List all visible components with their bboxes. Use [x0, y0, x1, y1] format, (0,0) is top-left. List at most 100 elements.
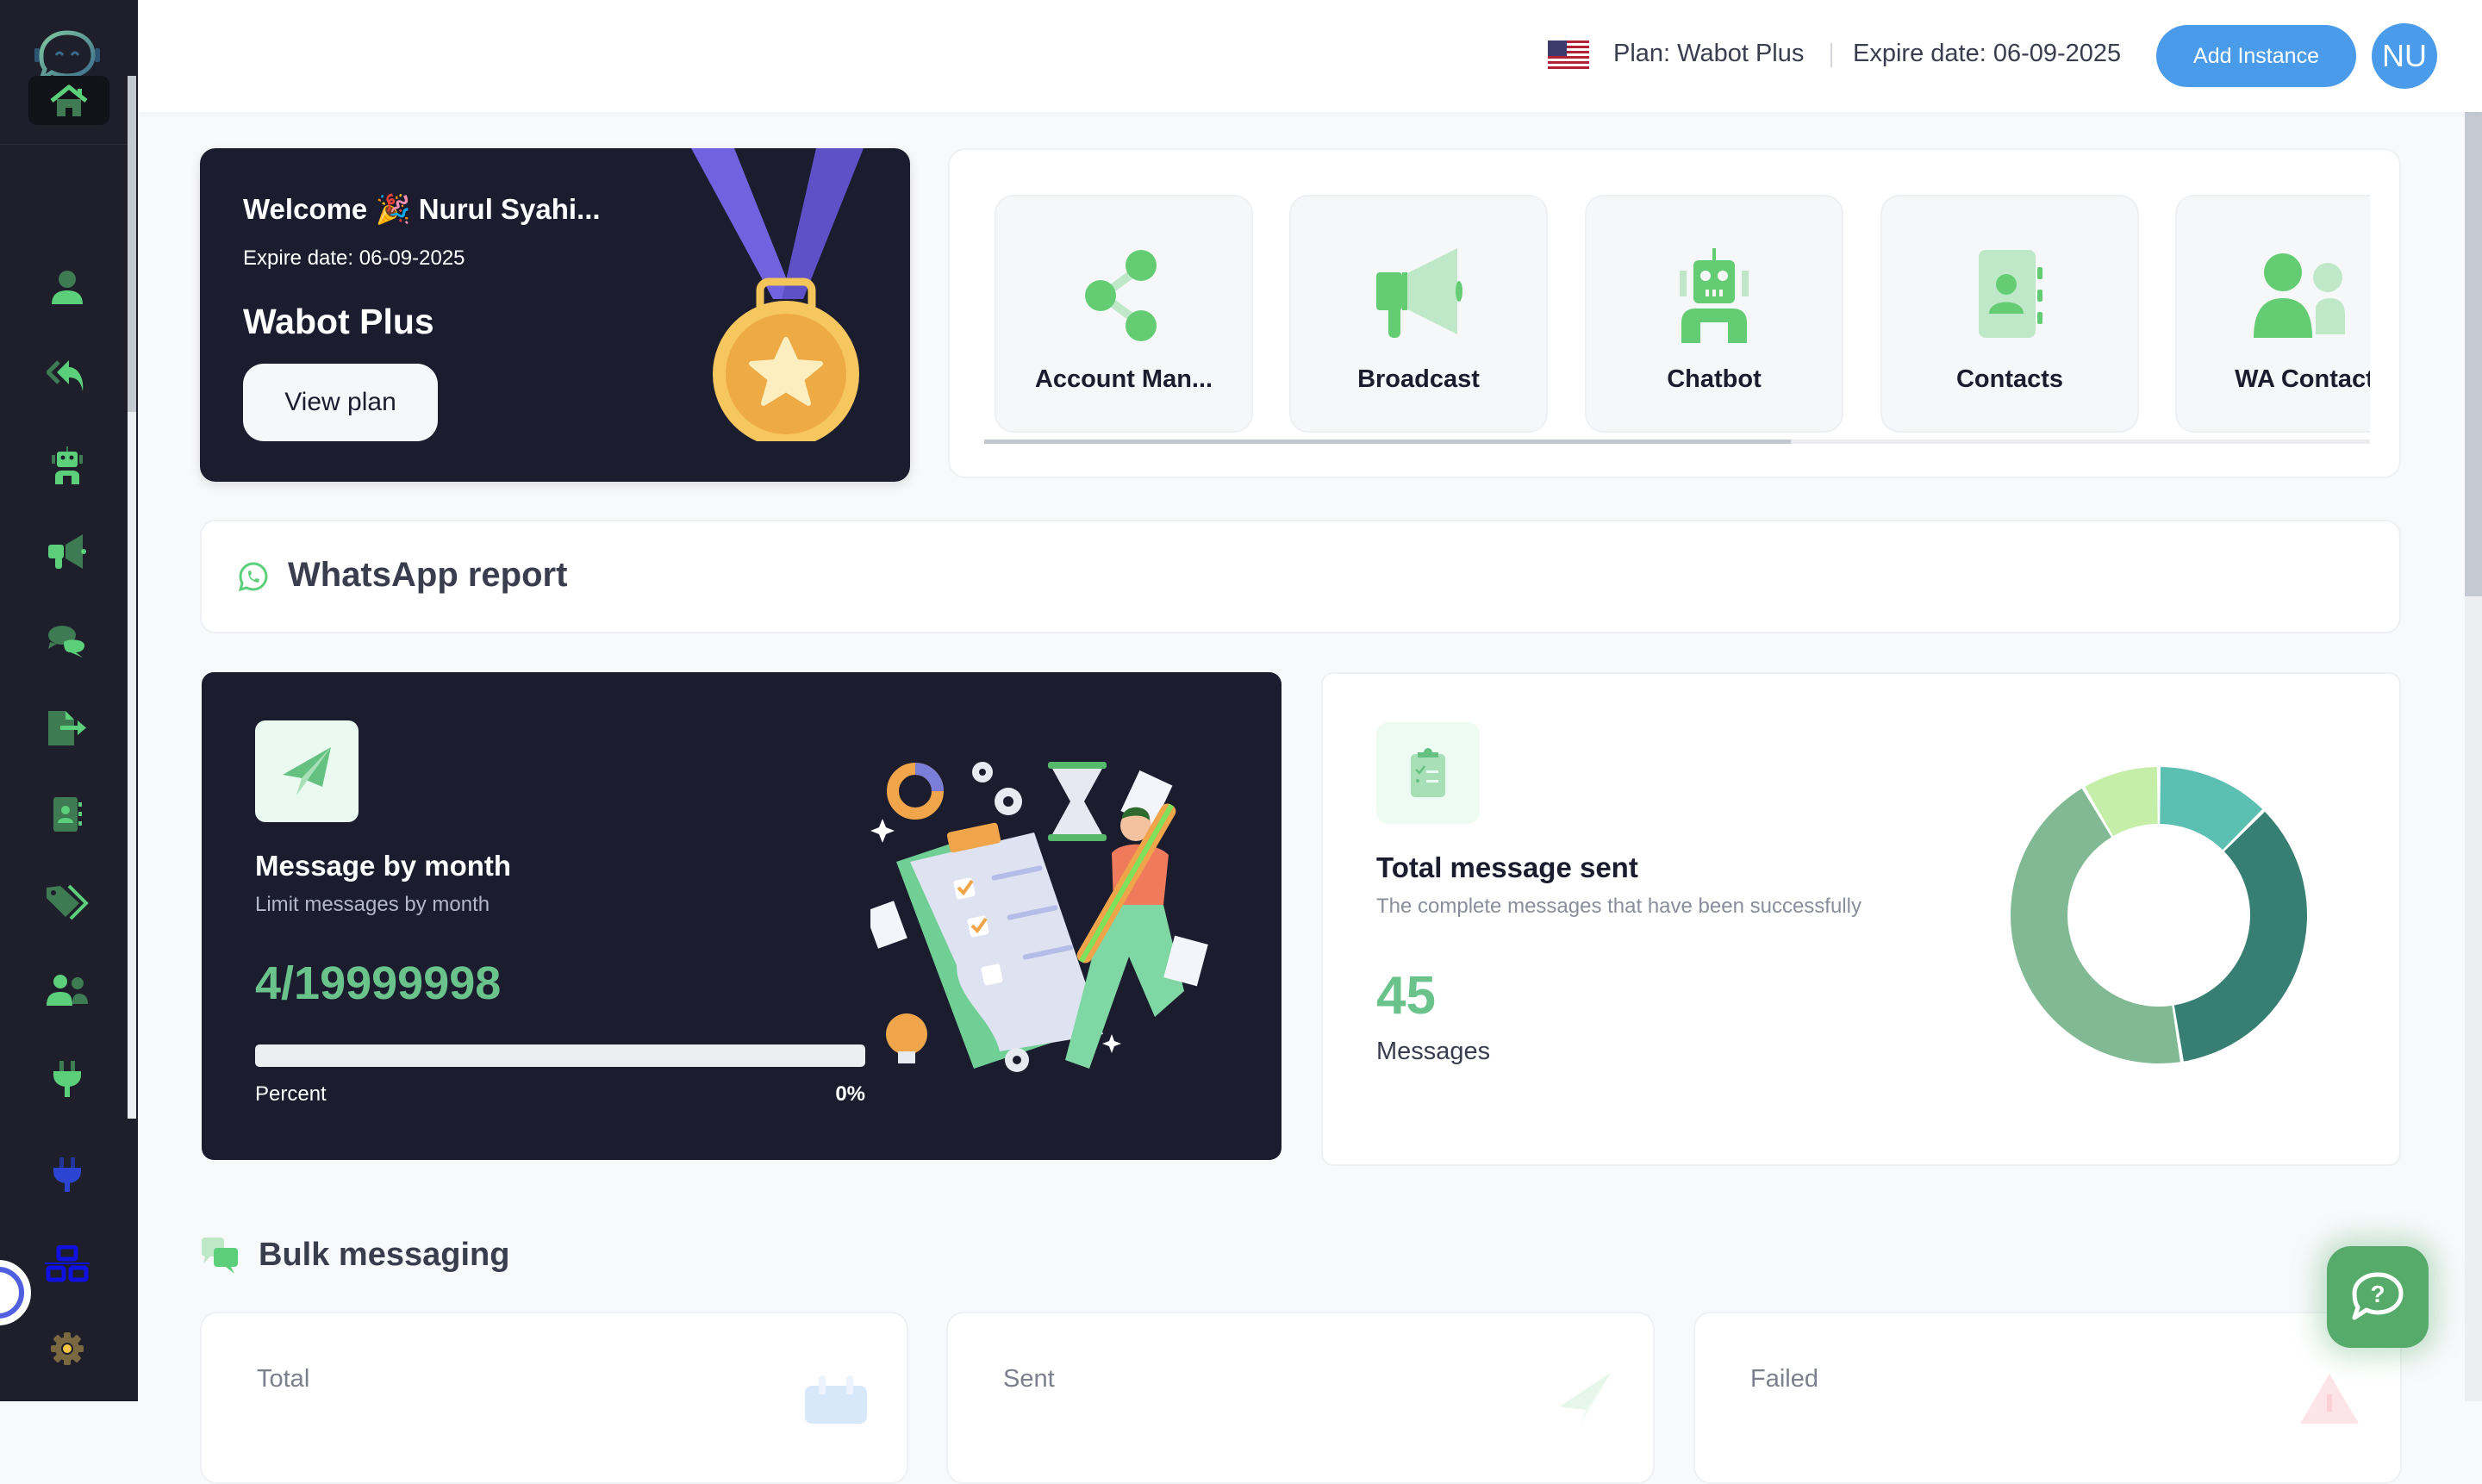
header-separator [1830, 43, 1832, 67]
quick-action-label: Contacts [1955, 365, 2064, 393]
page-scrollbar-thumb[interactable] [2465, 112, 2482, 596]
plug-icon [53, 1061, 81, 1097]
quick-actions-scroll-thumb[interactable] [984, 440, 1791, 444]
quick-action-label: WA Contact [2235, 365, 2370, 393]
quick-action-label: Account Man... [1034, 365, 1213, 393]
plan-label: Plan: Wabot Plus [1613, 40, 1805, 67]
sidebar-item-home[interactable] [28, 76, 109, 125]
robot-icon [1680, 248, 1749, 343]
section-title: WhatsApp report [288, 556, 568, 594]
bulk-card-label: Failed [1750, 1365, 1818, 1393]
bulk-failed-card: Failed [1693, 1312, 2402, 1484]
message-by-month-title: Message by month [255, 850, 512, 882]
welcome-card: Welcome 🎉 Nurul Syahi... Expire date: 06… [200, 148, 910, 482]
donut-slice-3[interactable] [2011, 789, 2180, 1063]
sidebar-item-contacts[interactable] [39, 793, 96, 836]
bulk-card-label: Total [257, 1365, 310, 1393]
megaphone-icon [1376, 248, 1462, 338]
paper-plane-icon [283, 747, 331, 795]
comments-icon [202, 1238, 238, 1274]
home-icon [50, 84, 88, 116]
sidebar-item-integration[interactable] [39, 1058, 96, 1101]
message-usage-progress-bar [255, 1044, 865, 1067]
sidebar-item-chat[interactable] [39, 619, 96, 662]
quick-actions-panel: Account Man... Broadcast Chatbot Contact… [948, 148, 2401, 478]
users-icon [2254, 253, 2345, 338]
messages-donut-chart [2011, 767, 2307, 1063]
gear-icon [51, 1332, 84, 1365]
sidebar-item-chatbot[interactable] [39, 444, 96, 487]
percent-label: Percent [255, 1082, 327, 1106]
bulk-messaging-header: Bulk messaging [200, 1236, 509, 1274]
warning-icon [2300, 1374, 2359, 1424]
comments-icon [48, 626, 84, 658]
quick-action-broadcast[interactable]: Broadcast [1289, 195, 1548, 433]
sidebar [0, 0, 138, 1401]
robot-icon [52, 446, 83, 484]
share-nodes-icon [1085, 250, 1157, 341]
medal-icon [691, 148, 864, 441]
total-message-unit: Messages [1376, 1038, 1491, 1065]
svg-text:?: ? [2370, 1281, 2385, 1307]
plug-blue-icon [53, 1157, 81, 1192]
reply-all-icon [47, 360, 84, 391]
total-message-subtitle: The complete messages that have been suc… [1376, 895, 1862, 918]
sidebar-toggle-button[interactable] [0, 1260, 31, 1325]
whatsapp-report-header: WhatsApp report [200, 520, 2401, 633]
sidebar-item-settings[interactable] [39, 1327, 96, 1370]
quick-action-wa-contact[interactable]: WA Contact [2175, 195, 2370, 433]
add-instance-button[interactable]: Add Instance [2156, 25, 2356, 87]
checklist-illustration [870, 762, 1208, 1072]
help-chat-button[interactable]: ? [2327, 1246, 2429, 1348]
sidebar-item-auto-reply[interactable] [39, 354, 96, 397]
users-icon [47, 975, 88, 1006]
bulk-sent-card: Sent [946, 1312, 1655, 1484]
whatsapp-icon [238, 562, 268, 592]
clipboard-icon-box [1376, 722, 1480, 824]
total-message-title: Total message sent [1376, 851, 1638, 883]
language-flag-us-icon[interactable] [1548, 41, 1589, 72]
welcome-plan-name: Wabot Plus [243, 302, 434, 341]
quick-action-account-management[interactable]: Account Man... [995, 195, 1253, 433]
bulk-total-card: Total [200, 1312, 908, 1484]
sidebar-item-account[interactable] [39, 265, 96, 309]
quick-actions-scroller: Account Man... Broadcast Chatbot Contact… [984, 150, 2370, 443]
view-plan-button[interactable]: View plan [243, 364, 438, 441]
tags-icon [47, 884, 89, 920]
sitemap-icon [45, 1245, 90, 1282]
percent-value: 0% [835, 1082, 865, 1106]
sidebar-item-export[interactable] [39, 707, 96, 750]
user-icon [52, 271, 83, 304]
message-icon-box [255, 720, 359, 822]
sidebar-item-broadcast[interactable] [39, 532, 96, 575]
user-avatar[interactable]: NU [2372, 23, 2437, 89]
bulk-card-label: Sent [1003, 1365, 1055, 1393]
sidebar-item-network[interactable] [39, 1243, 96, 1286]
megaphone-icon [48, 534, 86, 569]
welcome-expire-date: Expire date: 06-09-2025 [243, 246, 465, 270]
message-by-month-card: Message by month Limit messages by month… [202, 672, 1282, 1160]
section-title: Bulk messaging [259, 1236, 510, 1273]
message-by-month-value: 4/19999998 [255, 957, 502, 1009]
file-export-icon [48, 711, 86, 745]
donut-slice-2[interactable] [2173, 811, 2307, 1062]
calendar-icon [805, 1375, 867, 1424]
sidebar-divider [0, 144, 128, 145]
welcome-greeting: Welcome 🎉 Nurul Syahi... [243, 193, 601, 225]
top-bar: Plan: Wabot Plus Expire date: 06-09-2025… [138, 0, 2482, 112]
address-book-icon [1979, 250, 2042, 338]
quick-action-label: Broadcast [1357, 365, 1480, 393]
clipboard-check-icon [1411, 748, 1445, 797]
total-message-value: 45 [1376, 966, 1436, 1026]
expire-date-label: Expire date: 06-09-2025 [1853, 40, 2122, 67]
sidebar-scrollbar-thumb[interactable] [128, 76, 136, 412]
quick-action-contacts[interactable]: Contacts [1880, 195, 2139, 433]
help-chat-icon: ? [2352, 1272, 2404, 1320]
sidebar-item-wa-contacts[interactable] [39, 969, 96, 1012]
sidebar-item-tags[interactable] [39, 881, 96, 924]
sidebar-item-api[interactable] [39, 1155, 96, 1198]
total-message-sent-card: Total message sent The complete messages… [1321, 672, 2401, 1166]
quick-action-chatbot[interactable]: Chatbot [1585, 195, 1843, 433]
quick-action-label: Chatbot [1667, 365, 1762, 393]
message-by-month-subtitle: Limit messages by month [255, 893, 490, 916]
